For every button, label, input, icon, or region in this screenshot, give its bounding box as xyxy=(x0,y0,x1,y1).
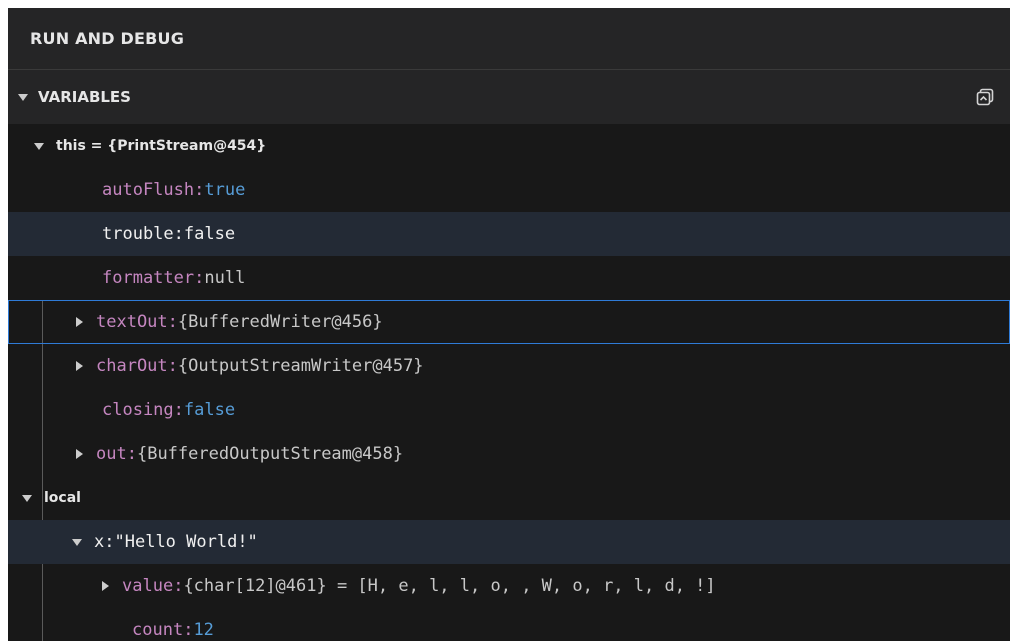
scope-local[interactable]: local xyxy=(8,476,1010,520)
variable-name: trouble xyxy=(102,224,174,244)
variable-row[interactable]: formatter: null xyxy=(8,256,1010,300)
scope-label: this = {PrintStream@454} xyxy=(56,138,267,154)
variable-value: null xyxy=(204,268,246,288)
variable-name: closing xyxy=(102,400,174,420)
run-and-debug-panel: RUN AND DEBUG VARIABLES this = {PrintStr… xyxy=(8,8,1010,641)
variable-separator: : xyxy=(173,400,184,420)
collapse-all-icon[interactable] xyxy=(974,86,996,108)
variable-name: autoFlush xyxy=(102,180,195,200)
variable-row[interactable]: autoFlush: true xyxy=(8,168,1010,212)
chevron-down-icon[interactable] xyxy=(70,538,84,546)
variable-value: false xyxy=(183,224,236,244)
chevron-right-icon[interactable] xyxy=(98,581,112,591)
variable-row-highlighted[interactable]: x: "Hello World!" xyxy=(8,520,1010,564)
variable-separator: : xyxy=(126,444,137,464)
variable-separator: : xyxy=(167,356,178,376)
variable-value: 12 xyxy=(193,620,214,640)
variable-name: charOut xyxy=(96,356,168,376)
variable-row[interactable]: count: 12 xyxy=(8,608,1010,641)
variable-value: "Hello World!" xyxy=(114,532,258,552)
variable-row-focused[interactable]: textOut: {BufferedWriter@456} xyxy=(8,300,1010,344)
variable-row[interactable]: charOut: {OutputStreamWriter@457} xyxy=(8,344,1010,388)
variable-name: out xyxy=(96,444,127,464)
panel-title: RUN AND DEBUG xyxy=(8,8,1010,70)
variable-name: textOut xyxy=(96,312,168,332)
variable-separator: : xyxy=(194,180,205,200)
variable-value: {BufferedWriter@456} xyxy=(177,312,383,332)
chevron-right-icon[interactable] xyxy=(72,361,86,371)
chevron-down-icon xyxy=(18,93,28,101)
variable-value: false xyxy=(183,400,236,420)
variable-separator: : xyxy=(194,268,205,288)
variable-row[interactable]: out: {BufferedOutputStream@458} xyxy=(8,432,1010,476)
variable-value: {OutputStreamWriter@457} xyxy=(177,356,424,376)
variable-value: true xyxy=(204,180,246,200)
variable-separator: : xyxy=(173,576,184,596)
panel-title-text: RUN AND DEBUG xyxy=(30,29,185,48)
variable-row[interactable]: value: {char[12]@461} = [H, e, l, l, o, … xyxy=(8,564,1010,608)
chevron-right-icon[interactable] xyxy=(72,317,86,327)
variable-name: count xyxy=(132,620,184,640)
variable-name: x xyxy=(94,532,105,552)
variable-value: {BufferedOutputStream@458} xyxy=(136,444,404,464)
variables-tree: this = {PrintStream@454} autoFlush: true… xyxy=(8,124,1010,641)
scope-this[interactable]: this = {PrintStream@454} xyxy=(8,124,1010,168)
variable-separator: : xyxy=(173,224,184,244)
scope-label: local xyxy=(44,490,81,506)
variable-value: {char[12]@461} = [H, e, l, l, o, , W, o,… xyxy=(183,576,716,596)
variable-separator: : xyxy=(104,532,115,552)
variable-name: value xyxy=(122,576,174,596)
chevron-down-icon xyxy=(32,142,46,150)
variable-name: formatter xyxy=(102,268,195,288)
variable-row[interactable]: closing: false xyxy=(8,388,1010,432)
variable-separator: : xyxy=(167,312,178,332)
variable-row-highlighted[interactable]: trouble: false xyxy=(8,212,1010,256)
variable-separator: : xyxy=(183,620,194,640)
chevron-down-icon xyxy=(20,494,34,502)
chevron-right-icon[interactable] xyxy=(72,449,86,459)
variables-section-header[interactable]: VARIABLES xyxy=(8,70,1010,124)
variables-header-label: VARIABLES xyxy=(38,88,131,106)
